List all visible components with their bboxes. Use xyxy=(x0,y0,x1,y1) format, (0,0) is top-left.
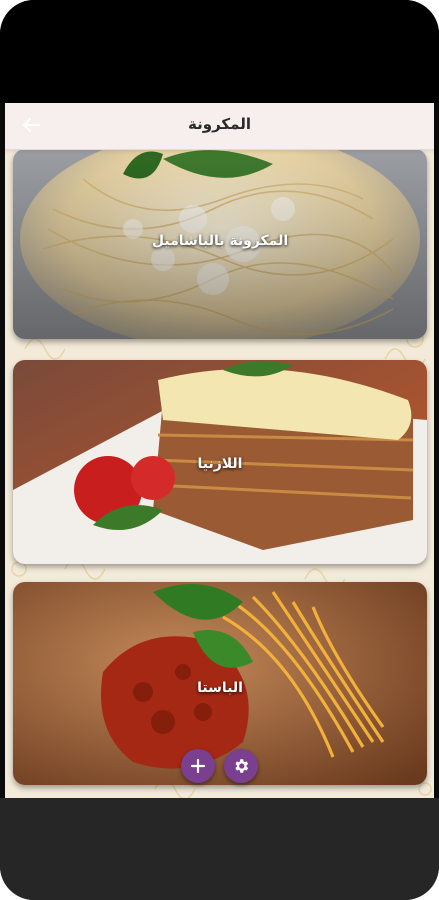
recipe-card[interactable]: اللازنيا xyxy=(13,360,427,564)
page-title: المكرونة xyxy=(188,115,251,133)
recipe-label: الباستا xyxy=(197,680,243,696)
navigation-bar-area xyxy=(0,798,439,900)
add-button[interactable] xyxy=(181,749,215,783)
recipe-list: المكرونة بالباشاميل اللازنيا الباستا xyxy=(5,149,434,798)
plus-icon xyxy=(190,758,206,774)
settings-button[interactable] xyxy=(224,749,258,783)
phone-frame: المكرونة المكرونة بالباشاميل اللازنيا ال… xyxy=(0,0,439,900)
app-bar: المكرونة xyxy=(5,103,434,150)
recipe-label: المكرونة بالباشاميل xyxy=(151,233,289,249)
recipe-card[interactable]: الباستا xyxy=(13,582,427,785)
status-area xyxy=(0,0,439,103)
gear-icon xyxy=(235,759,249,773)
recipe-card[interactable]: المكرونة بالباشاميل xyxy=(13,149,427,339)
recipe-label: اللازنيا xyxy=(197,456,243,472)
